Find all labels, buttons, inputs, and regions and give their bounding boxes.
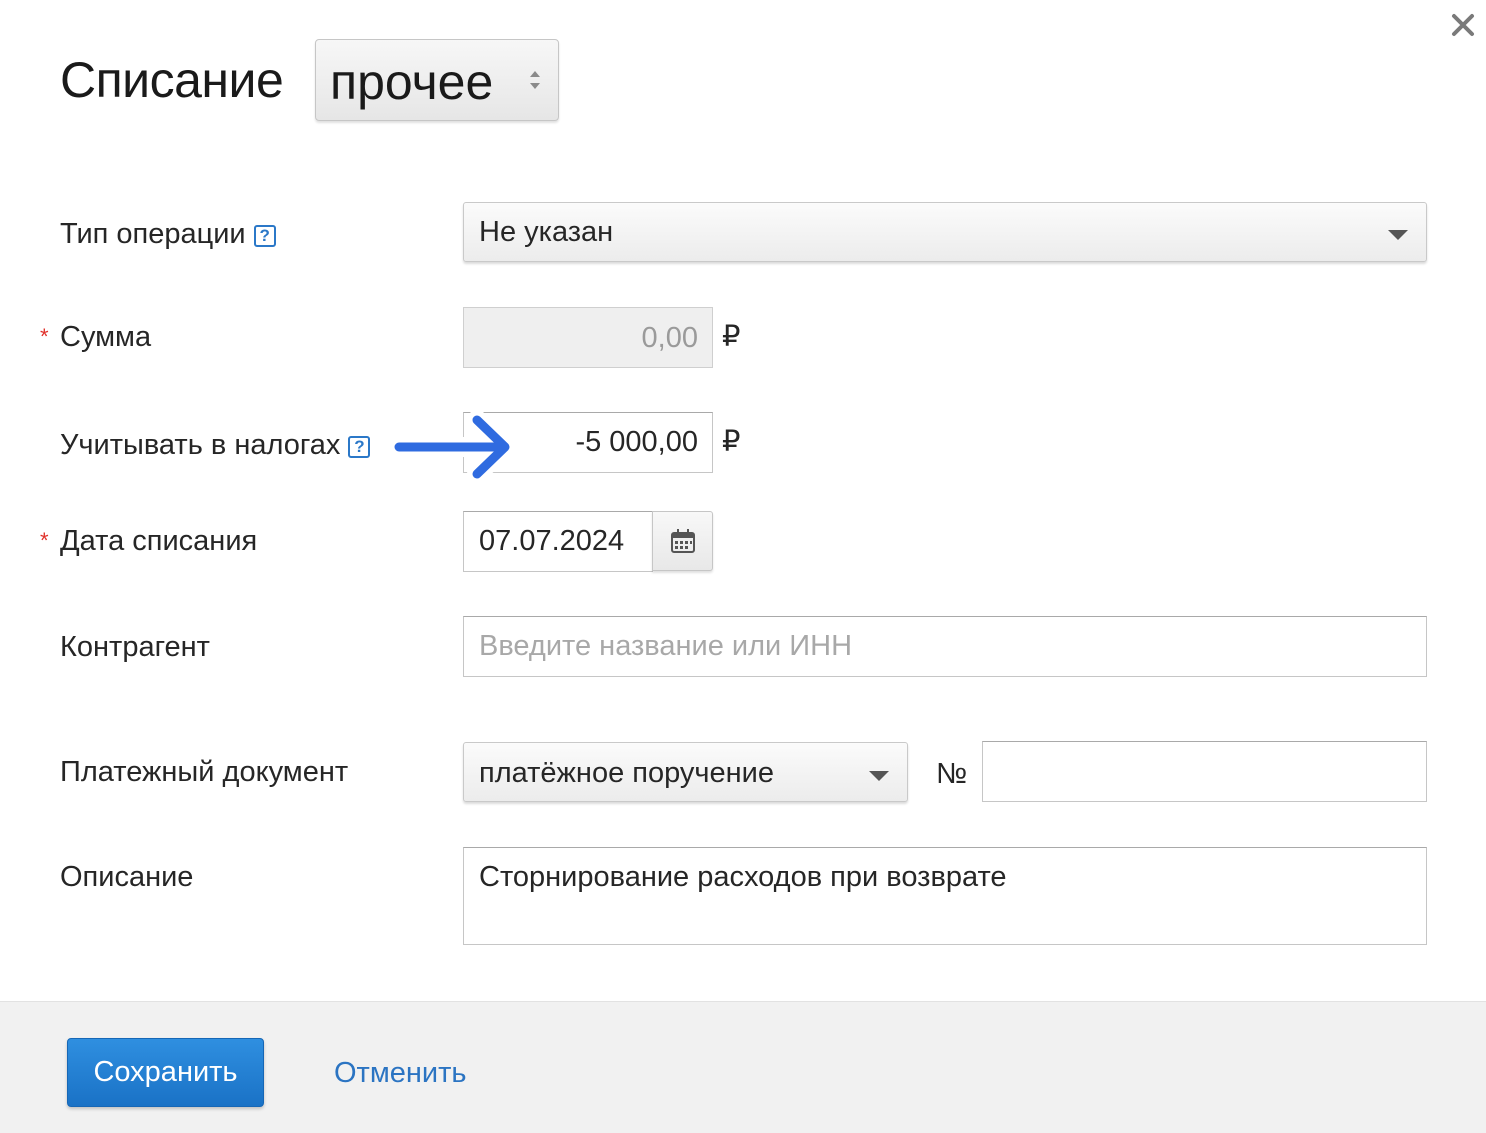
chevron-down-icon	[869, 771, 889, 781]
payment-doc-select[interactable]: платёжное поручение	[463, 742, 908, 802]
cancel-link[interactable]: Отменить	[334, 1055, 467, 1091]
tax-amount-value: -5 000,00	[575, 426, 698, 458]
amount-label: Сумма	[60, 321, 152, 353]
tax-amount-label-text: Учитывать в налогах	[60, 429, 341, 461]
description-label: Описание	[60, 861, 194, 893]
counterparty-label: Контрагент	[60, 631, 210, 663]
write-off-dialog: Списание прочее Тип операции? Не указан …	[0, 0, 1486, 1133]
write-off-type-select[interactable]: прочее	[315, 39, 559, 121]
close-button[interactable]	[1446, 8, 1480, 42]
help-icon[interactable]: ?	[348, 436, 371, 458]
operation-type-value: Не указан	[479, 216, 614, 248]
required-asterisk: *	[40, 528, 49, 553]
doc-number-label: №	[936, 758, 968, 790]
date-input[interactable]: 07.07.2024	[463, 511, 653, 572]
calendar-icon	[671, 529, 695, 553]
amount-input[interactable]: 0,00	[463, 307, 713, 368]
annotation-arrow-icon	[389, 410, 515, 484]
save-button[interactable]: Сохранить	[67, 1038, 264, 1107]
calendar-button[interactable]	[652, 511, 713, 571]
dialog-title: Списание	[60, 52, 284, 108]
dialog-footer: Сохранить Отменить	[0, 1001, 1486, 1133]
description-textarea[interactable]: Сторнирование расходов при возврате	[463, 847, 1427, 945]
counterparty-placeholder: Введите название или ИНН	[479, 630, 853, 662]
operation-type-label-text: Тип операции	[60, 218, 246, 250]
date-value: 07.07.2024	[479, 525, 625, 557]
select-arrows-icon	[530, 71, 540, 89]
tax-amount-currency: ₽	[722, 426, 741, 458]
tax-amount-label: Учитывать в налогах?	[60, 427, 371, 463]
required-asterisk: *	[40, 324, 49, 349]
chevron-down-icon	[1388, 230, 1408, 240]
doc-number-input[interactable]	[982, 741, 1427, 802]
date-label: Дата списания	[60, 525, 258, 557]
write-off-type-value: прочее	[330, 54, 494, 110]
description-value: Сторнирование расходов при возврате	[479, 861, 1007, 893]
operation-type-label: Тип операции?	[60, 216, 276, 252]
payment-doc-label: Платежный документ	[60, 756, 349, 788]
payment-doc-value: платёжное поручение	[479, 757, 774, 789]
help-icon[interactable]: ?	[253, 225, 276, 247]
operation-type-select[interactable]: Не указан	[463, 202, 1427, 262]
counterparty-input[interactable]: Введите название или ИНН	[463, 616, 1427, 677]
amount-currency: ₽	[722, 321, 741, 353]
amount-value: 0,00	[641, 322, 698, 354]
close-icon	[1452, 14, 1474, 36]
